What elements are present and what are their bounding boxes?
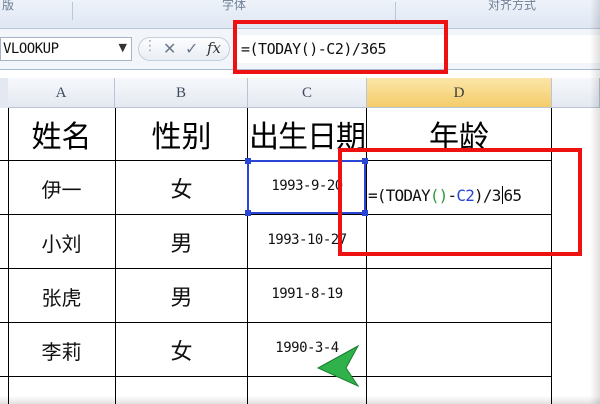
- ribbon-group-alignment[interactable]: 对齐方式: [488, 0, 536, 20]
- cell-name-row1[interactable]: 伊一: [8, 174, 115, 203]
- ribbon-group-label: 版: [2, 0, 15, 12]
- column-header-b[interactable]: B: [115, 78, 248, 108]
- cell-sex-row2[interactable]: 男: [115, 226, 248, 258]
- selection-handle[interactable]: [245, 210, 251, 216]
- cell-name-row2[interactable]: 小刘: [8, 228, 115, 257]
- header-name[interactable]: 姓名: [8, 112, 115, 156]
- cell-edit-highlight-box: [338, 148, 582, 256]
- excel-window: 版 字体 对齐方式 VLOOKUP ▼ ⋮ ✕ ✓ fx =(TODAY()-C…: [0, 0, 600, 404]
- cell-name-row3[interactable]: 张虎: [8, 282, 115, 311]
- cell-sex-row3[interactable]: 男: [115, 280, 248, 312]
- enter-icon[interactable]: ✓: [185, 39, 198, 58]
- frame-shadow: [590, 0, 600, 404]
- ribbon-divider: [395, 2, 396, 20]
- cancel-icon[interactable]: ✕: [163, 39, 176, 58]
- insert-function-icon[interactable]: fx: [207, 39, 221, 57]
- formula-bar-highlight-box: [233, 20, 448, 74]
- green-arrow-pointer-icon: [316, 344, 360, 388]
- cell-birth-row3[interactable]: 1991-8-19: [247, 286, 367, 302]
- frame-shadow: [0, 396, 600, 404]
- row-divider: [0, 268, 552, 269]
- chevron-down-icon[interactable]: ▼: [119, 41, 127, 54]
- name-box-value: VLOOKUP: [3, 41, 59, 57]
- selection-handle[interactable]: [245, 158, 251, 164]
- cell-name-row4[interactable]: 李莉: [8, 336, 115, 365]
- column-header-a[interactable]: A: [8, 78, 115, 108]
- row-divider: [0, 322, 552, 323]
- column-header-c[interactable]: C: [248, 78, 367, 108]
- column-header-d[interactable]: D: [367, 78, 552, 108]
- ribbon-divider: [72, 2, 73, 20]
- name-box[interactable]: VLOOKUP ▼: [0, 37, 132, 61]
- formula-buttons: ⋮ ✕ ✓ fx: [138, 37, 230, 61]
- row-divider: [0, 376, 552, 377]
- header-sex[interactable]: 性别: [115, 112, 248, 156]
- cell-sex-row4[interactable]: 女: [115, 334, 248, 366]
- cell-sex-row1[interactable]: 女: [115, 172, 248, 204]
- ribbon-group-font[interactable]: 字体: [222, 0, 246, 20]
- grip-icon: ⋮: [143, 38, 157, 54]
